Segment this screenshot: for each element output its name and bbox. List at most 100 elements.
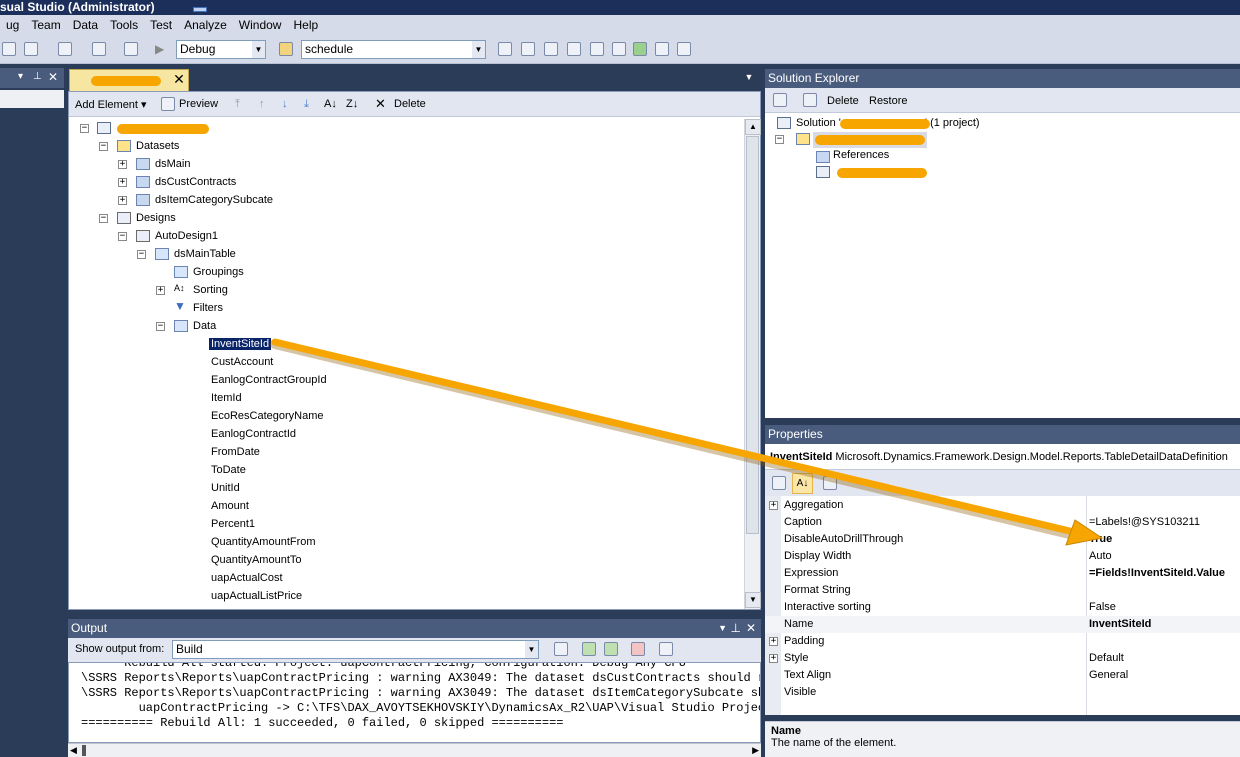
tree-node-field[interactable]: Percent1 [209,515,257,533]
menu-window[interactable]: Window [233,15,288,35]
alphabetical-icon[interactable]: A↓ [792,473,813,494]
chevron-down-icon[interactable]: ▼ [742,72,756,86]
collapse-toggle[interactable]: − [99,142,108,151]
expand-toggle[interactable]: + [118,160,127,169]
properties-window-icon[interactable] [521,42,535,56]
menu-test[interactable]: Test [144,15,178,35]
toolbox-icon[interactable] [567,42,581,56]
add-element-button[interactable]: Add Element ▾ [75,98,147,111]
pin-icon[interactable]: ⊥ [33,71,42,82]
property-row[interactable]: Visible [765,684,1240,701]
property-row[interactable]: DisableAutoDrillThrough True [765,531,1240,548]
tree-node-dataset[interactable]: dsMain [153,155,192,173]
move-up-icon[interactable]: ↑ [259,98,265,110]
close-icon[interactable]: ✕ [172,71,186,87]
command-window-icon[interactable] [677,42,691,56]
output-source-select[interactable]: Build ▼ [172,640,539,659]
collapse-toggle[interactable]: − [156,322,165,331]
tree-node-field[interactable]: EanlogContractGroupId [209,371,329,389]
scroll-down-icon[interactable]: ▼ [745,592,761,608]
properties-icon[interactable] [773,93,787,107]
menu-data[interactable]: Data [67,15,104,35]
pin-icon[interactable]: ⊥ [731,619,741,638]
move-top-icon[interactable]: ⤒ [235,98,240,111]
output-horizontal-scrollbar[interactable]: ◀ ▶ [68,743,761,757]
tree-node-designs[interactable]: Designs [134,209,178,227]
property-value[interactable]: General [1089,667,1128,684]
object-browser-icon[interactable] [544,42,558,56]
tree-node-references[interactable]: References [833,146,889,164]
tree-node-field[interactable]: InventSiteId [209,335,272,353]
tree-node-field[interactable]: FromDate [209,443,262,461]
tree-node-field[interactable]: EanlogContractId [209,425,298,443]
tree-node-datasets[interactable]: Datasets [134,137,181,155]
property-row[interactable]: Expression =Fields!InventSiteId.Value [765,565,1240,582]
menu-team[interactable]: Team [25,15,66,35]
navigate-backward-icon[interactable] [92,42,106,56]
next-message-icon[interactable] [604,642,618,656]
categorized-icon[interactable] [772,476,786,490]
sort-ascending-icon[interactable]: A↓ [324,98,337,110]
tree-node-table[interactable]: dsMainTable [172,245,238,263]
property-row[interactable]: Display Width Auto [765,548,1240,565]
menu-analyze[interactable]: Analyze [178,15,233,35]
property-value[interactable]: =Labels!@SYS103211 [1089,514,1200,531]
expand-toggle[interactable]: + [156,286,165,295]
tree-node-data[interactable]: Data [191,317,218,335]
property-row[interactable]: Interactive sorting False [765,599,1240,616]
collapse-toggle[interactable]: − [80,124,89,133]
find-in-files-icon[interactable] [279,42,293,56]
team-explorer-icon[interactable] [633,42,647,56]
redo-icon[interactable] [58,42,72,56]
close-icon[interactable]: ✕ [48,70,58,84]
expand-toggle[interactable]: + [118,178,127,187]
class-view-icon[interactable] [590,42,604,56]
property-value[interactable]: Auto [1089,548,1112,565]
close-icon[interactable]: ✕ [746,619,756,638]
designer-vertical-scrollbar[interactable]: ▲ ▼ [744,119,761,609]
restore-button[interactable]: Restore [869,95,908,107]
save-all-icon[interactable] [2,42,16,56]
menu-debug[interactable]: ug [0,15,25,35]
window-position-icon[interactable]: ▾ [18,71,23,82]
property-row[interactable]: Caption =Labels!@SYS103211 [765,514,1240,531]
window-position-icon[interactable]: ▼ [718,619,727,638]
navigate-forward-icon[interactable] [124,42,138,56]
tree-node-dataset[interactable]: dsCustContracts [153,173,238,191]
tree-node-field[interactable]: CustAccount [209,353,275,371]
delete-button[interactable]: Delete [827,95,859,107]
property-value[interactable]: False [1089,599,1116,616]
tree-node-field[interactable]: uapActualListPrice [209,587,304,605]
previous-message-icon[interactable] [582,642,596,656]
property-row[interactable]: Text Align General [765,667,1240,684]
property-pages-icon[interactable] [823,476,837,490]
undo-icon[interactable] [24,42,38,56]
collapse-toggle[interactable]: − [775,135,784,144]
word-wrap-icon[interactable] [659,642,673,656]
tools-icon[interactable] [612,42,626,56]
tree-node-groupings[interactable]: Groupings [191,263,246,281]
tree-node-field[interactable]: EcoResCategoryName [209,407,326,425]
property-row[interactable]: + Padding [765,633,1240,650]
start-debugging-icon[interactable]: ▶ [155,42,169,56]
property-row[interactable]: Name InventSiteId [765,616,1240,633]
property-row[interactable]: + Style Default [765,650,1240,667]
clear-all-icon[interactable] [631,642,645,656]
tree-node-autodesign[interactable]: AutoDesign1 [153,227,220,245]
property-row[interactable]: Format String [765,582,1240,599]
tree-node-field[interactable]: QuantityAmountTo [209,551,304,569]
collapse-toggle[interactable]: − [118,232,127,241]
property-row[interactable]: + Aggregation [765,497,1240,514]
properties-object-selector[interactable]: InventSiteId Microsoft.Dynamics.Framewor… [765,444,1240,470]
solution-configuration-select[interactable]: Debug ▼ [176,40,266,59]
property-value[interactable]: =Fields!InventSiteId.Value [1089,565,1225,582]
move-down-icon[interactable]: ↓ [282,98,288,110]
move-bottom-icon[interactable]: ⤓ [304,98,309,111]
preview-button[interactable]: Preview [179,98,218,110]
expand-toggle[interactable]: + [769,654,778,663]
property-value[interactable]: True [1089,531,1112,548]
find-combo[interactable]: schedule ▼ [301,40,486,59]
expand-toggle[interactable]: + [769,637,778,646]
menu-tools[interactable]: Tools [104,15,144,35]
tree-node-sorting[interactable]: Sorting [191,281,230,299]
